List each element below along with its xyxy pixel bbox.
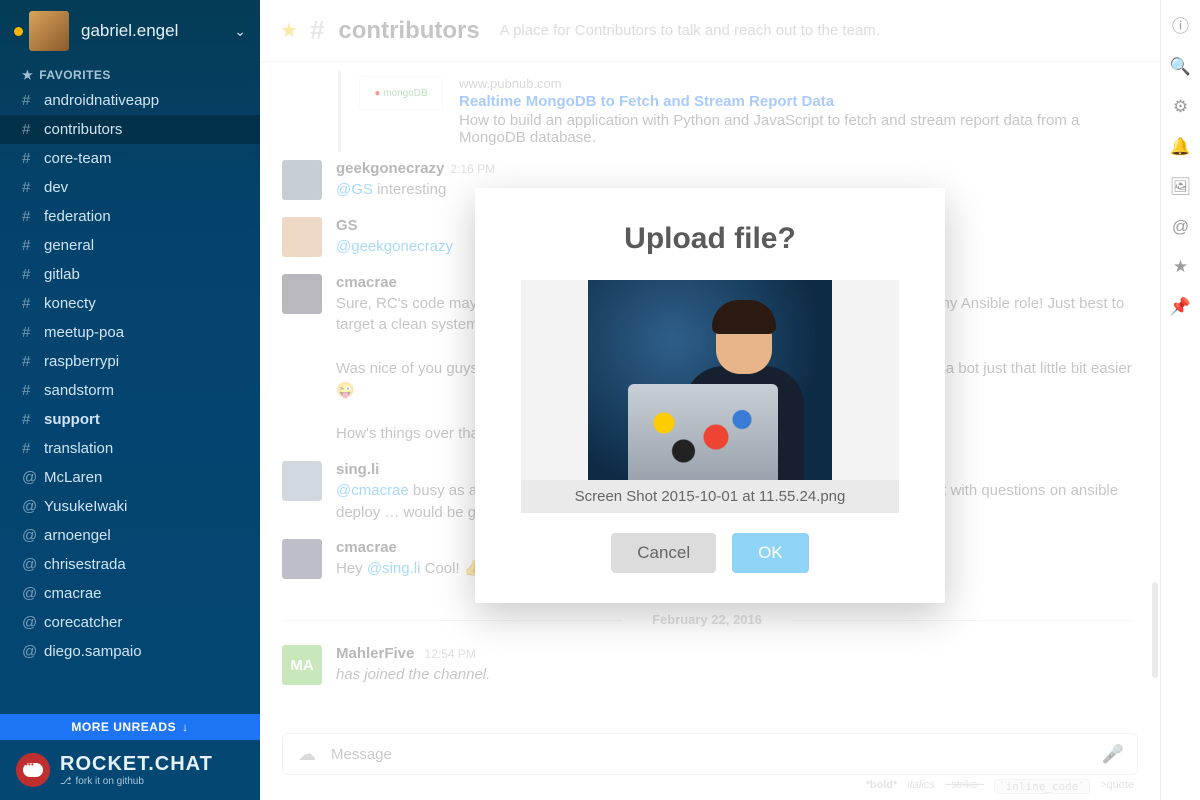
files-icon[interactable]: 🖼 — [1170, 177, 1192, 197]
favorites-heading: ★ FAVORITES — [0, 62, 260, 86]
sidebar-item-meetup-poa[interactable]: # meetup-poa — [0, 318, 260, 347]
username: gabriel.engel — [81, 21, 234, 41]
sidebar-item-label: translation — [44, 440, 113, 457]
sidebar-item-label: corecatcher — [44, 614, 122, 631]
sidebar-item-chrisestrada[interactable]: @ chrisestrada — [0, 550, 260, 579]
info-icon[interactable]: ⓘ — [1172, 12, 1189, 37]
user-avatar — [29, 11, 69, 51]
upload-file-dialog: Upload file? Screen Shot 2015-10-01 at 1… — [475, 188, 945, 603]
sidebar-item-label: gitlab — [44, 266, 80, 283]
settings-icon[interactable]: ⚙ — [1173, 97, 1188, 117]
chevron-down-icon[interactable]: ⌄ — [234, 23, 246, 40]
at-icon: @ — [22, 643, 36, 660]
sidebar-item-label: support — [44, 411, 100, 428]
github-icon: ⎇ — [60, 776, 72, 787]
file-preview: Screen Shot 2015-10-01 at 11.55.24.png — [521, 280, 899, 513]
hash-icon: # — [22, 266, 36, 283]
sidebar-item-gitlab[interactable]: # gitlab — [0, 260, 260, 289]
sidebar-item-corecatcher[interactable]: @ corecatcher — [0, 608, 260, 637]
bell-icon[interactable]: 🔔 — [1170, 137, 1191, 157]
sidebar-item-sandstorm[interactable]: # sandstorm — [0, 376, 260, 405]
sidebar-item-translation[interactable]: # translation — [0, 434, 260, 463]
sidebar: gabriel.engel ⌄ ★ FAVORITES # androidnati… — [0, 0, 260, 800]
channel-list: # androidnativeapp # contributors # core-team… — [0, 86, 260, 666]
sidebar-item-diego.sampaio[interactable]: @ diego.sampaio — [0, 637, 260, 666]
sidebar-item-McLaren[interactable]: @ McLaren — [0, 463, 260, 492]
rocketchat-logo-icon — [16, 753, 50, 787]
star-icon: ★ — [22, 68, 33, 82]
search-icon[interactable]: 🔍 — [1170, 57, 1191, 77]
at-icon: @ — [22, 556, 36, 573]
hash-icon: # — [22, 121, 36, 138]
hash-icon: # — [22, 179, 36, 196]
sidebar-item-label: general — [44, 237, 94, 254]
at-icon: @ — [22, 498, 36, 515]
hash-icon: # — [22, 295, 36, 312]
at-icon: @ — [22, 469, 36, 486]
sidebar-item-raspberrypi[interactable]: # raspberrypi — [0, 347, 260, 376]
sidebar-header[interactable]: gabriel.engel ⌄ — [0, 0, 260, 62]
hash-icon: # — [22, 150, 36, 167]
sidebar-item-label: meetup-poa — [44, 324, 124, 341]
hash-icon: # — [22, 411, 36, 428]
sidebar-item-support[interactable]: # support — [0, 405, 260, 434]
hash-icon: # — [22, 324, 36, 341]
hash-icon: # — [22, 353, 36, 370]
brand-name: ROCKET.CHAT — [60, 754, 213, 774]
sidebar-item-label: androidnativeapp — [44, 92, 159, 109]
at-icon: @ — [22, 614, 36, 631]
sidebar-item-label: sandstorm — [44, 382, 114, 399]
sidebar-item-cmacrae[interactable]: @ cmacrae — [0, 579, 260, 608]
arrow-down-icon: ↓ — [182, 720, 189, 734]
sidebar-item-label: federation — [44, 208, 111, 225]
sidebar-item-label: arnoengel — [44, 527, 111, 544]
sidebar-item-label: konecty — [44, 295, 96, 312]
at-icon: @ — [22, 585, 36, 602]
mentions-icon[interactable]: @ — [1172, 217, 1189, 237]
hash-icon: # — [22, 440, 36, 457]
hash-icon: # — [22, 237, 36, 254]
pinned-icon[interactable]: 📌 — [1170, 297, 1191, 317]
sidebar-item-label: raspberrypi — [44, 353, 119, 370]
main-area: ★ # contributors A place for Contributor… — [260, 0, 1160, 800]
sidebar-item-label: McLaren — [44, 469, 102, 486]
cancel-button[interactable]: Cancel — [611, 533, 716, 573]
sidebar-item-dev[interactable]: # dev — [0, 173, 260, 202]
sidebar-footer: ROCKET.CHAT ⎇ fork it on github — [0, 740, 260, 800]
sidebar-item-androidnativeapp[interactable]: # androidnativeapp — [0, 86, 260, 115]
sidebar-item-label: contributors — [44, 121, 122, 138]
starred-icon[interactable]: ★ — [1173, 257, 1188, 277]
dialog-title: Upload file? — [521, 222, 899, 256]
sidebar-item-label: cmacrae — [44, 585, 102, 602]
sidebar-item-contributors[interactable]: # contributors — [0, 115, 260, 144]
sidebar-item-label: dev — [44, 179, 68, 196]
ok-button[interactable]: OK — [732, 533, 809, 573]
hash-icon: # — [22, 92, 36, 109]
hash-icon: # — [22, 208, 36, 225]
at-icon: @ — [22, 527, 36, 544]
more-unreads-banner[interactable]: MORE UNREADS ↓ — [0, 714, 260, 740]
sidebar-item-general[interactable]: # general — [0, 231, 260, 260]
status-indicator — [14, 27, 23, 36]
file-name: Screen Shot 2015-10-01 at 11.55.24.png — [521, 480, 899, 513]
sidebar-item-label: chrisestrada — [44, 556, 126, 573]
hash-icon: # — [22, 382, 36, 399]
preview-image — [588, 280, 832, 480]
sidebar-item-core-team[interactable]: # core-team — [0, 144, 260, 173]
right-rail: ⓘ 🔍 ⚙ 🔔 🖼 @ ★ 📌 — [1160, 0, 1200, 800]
sidebar-item-federation[interactable]: # federation — [0, 202, 260, 231]
sidebar-item-konecty[interactable]: # konecty — [0, 289, 260, 318]
modal-overlay[interactable]: Upload file? Screen Shot 2015-10-01 at 1… — [260, 0, 1160, 800]
sidebar-item-label: core-team — [44, 150, 112, 167]
sidebar-item-arnoengel[interactable]: @ arnoengel — [0, 521, 260, 550]
sidebar-item-label: YusukeIwaki — [44, 498, 127, 515]
sidebar-item-YusukeIwaki[interactable]: @ YusukeIwaki — [0, 492, 260, 521]
fork-link[interactable]: ⎇ fork it on github — [60, 776, 213, 787]
sidebar-item-label: diego.sampaio — [44, 643, 142, 660]
